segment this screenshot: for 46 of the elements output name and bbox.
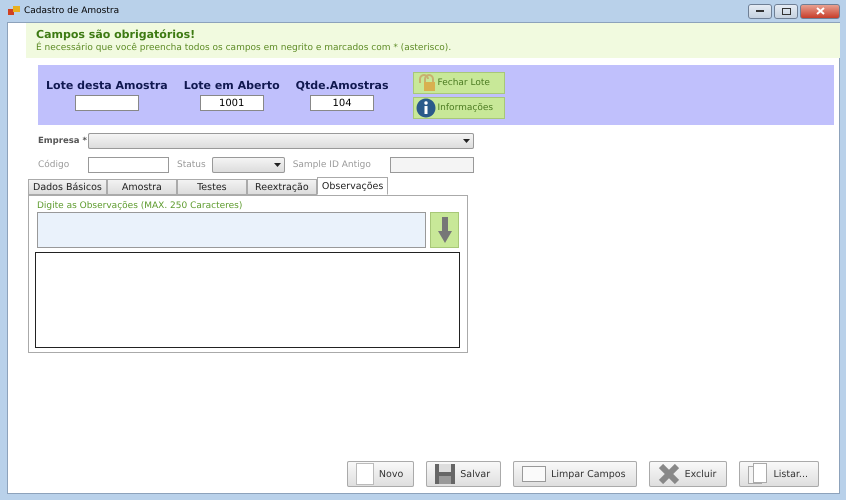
lot-label: Lote em Aberto [184,79,280,92]
app-icon [8,6,20,16]
dropdown-arrow-icon [274,163,281,167]
lot-field[interactable] [74,95,139,111]
add-button[interactable] [430,212,459,248]
page-icon [356,463,374,485]
delete-icon [658,464,680,484]
minimize-button[interactable] [748,4,772,18]
tab[interactable]: Testes [176,179,247,195]
field-label: Empresa * [38,136,88,146]
company-dropdown[interactable] [88,133,474,149]
dropdown-arrow-icon [463,139,470,143]
code-field[interactable] [88,157,169,173]
info-icon [416,98,436,118]
delete-button[interactable]: Excluir [648,461,728,487]
close-icon [816,7,824,15]
tab[interactable]: Reextração [246,179,317,195]
maximize-icon [782,8,790,14]
window-title: Cadastro de Amostra [24,6,120,16]
new-button[interactable]: Novo [346,461,414,487]
close-button[interactable] [800,4,840,18]
documents-icon [748,463,768,485]
tab[interactable]: Observações [316,177,388,195]
down-arrow-icon [438,217,452,243]
observation-input[interactable] [37,212,426,248]
tab[interactable]: Dados Básicos [28,179,107,195]
lot-label: Qtde.Amostras [296,79,389,92]
list-button[interactable]: Listar... [739,461,819,487]
notice-title: Campos são obrigatórios! [36,28,196,41]
observations-label: Digite as Observações (MAX. 250 Caracteres) [37,201,244,211]
close-lot-button[interactable]: Fechar Lote [412,72,505,94]
field-label: Status [177,160,206,170]
status-dropdown[interactable] [212,157,285,173]
field-label: Código [38,160,70,170]
field-label: Sample ID Antigo [292,160,371,170]
notice-message: É necessário que você preencha todos os campos em negrito e marcados com * (asterisco). [36,43,452,53]
tab[interactable]: Amostra [106,179,177,195]
lot-field[interactable]: 1001 [200,95,264,111]
save-button[interactable]: Salvar [426,461,502,487]
maximize-button[interactable] [774,4,798,18]
lot-label: Lote desta Amostra [46,79,168,92]
info-button[interactable]: Informações [412,96,505,118]
lot-field[interactable]: 104 [310,95,374,111]
clear-button[interactable]: Limpar Campos [513,461,637,487]
rectangle-icon [522,466,546,482]
minimize-icon [756,10,764,12]
